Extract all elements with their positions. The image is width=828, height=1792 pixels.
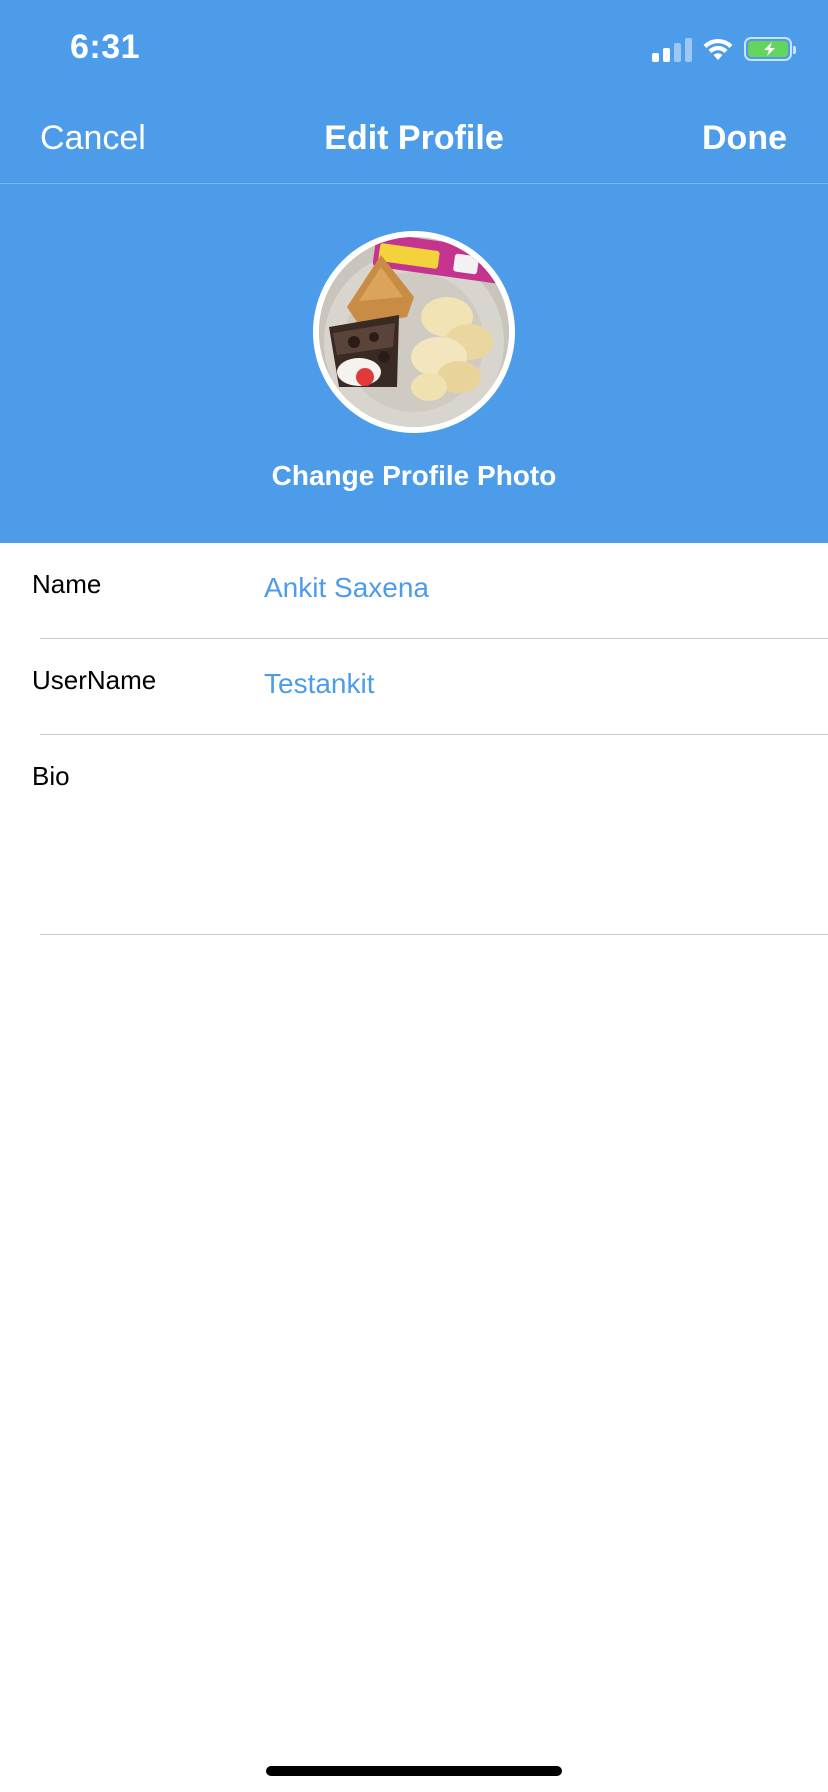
profile-photo[interactable] (313, 231, 515, 433)
status-bar: 6:31 (0, 0, 828, 100)
wifi-icon (703, 38, 733, 60)
divider (40, 934, 828, 935)
username-row[interactable]: UserName Testankit (0, 639, 828, 735)
status-icons (652, 34, 796, 64)
done-button[interactable]: Done (702, 119, 787, 158)
name-row[interactable]: Name Ankit Saxena (0, 543, 828, 639)
edit-profile-screen: 6:31 Cancel Edit Profile Done Change Pro… (0, 0, 828, 1792)
username-label: UserName (32, 665, 157, 695)
change-profile-photo-button[interactable]: Change Profile Photo (0, 460, 828, 492)
profile-header: 6:31 Cancel Edit Profile Done Change Pro… (0, 0, 828, 543)
profile-form: Name Ankit Saxena UserName Testankit Bio (0, 543, 828, 935)
name-field[interactable]: Ankit Saxena (264, 572, 429, 604)
cellular-signal-icon (652, 36, 692, 62)
battery-charging-icon (744, 37, 796, 61)
navigation-bar: Cancel Edit Profile Done (0, 100, 828, 184)
name-label: Name (32, 569, 102, 599)
status-time: 6:31 (70, 28, 141, 66)
home-indicator[interactable] (266, 1766, 562, 1776)
username-field[interactable]: Testankit (264, 668, 375, 700)
avatar-image (319, 237, 509, 427)
bio-row[interactable]: Bio (0, 735, 828, 935)
bio-label: Bio (32, 761, 70, 791)
